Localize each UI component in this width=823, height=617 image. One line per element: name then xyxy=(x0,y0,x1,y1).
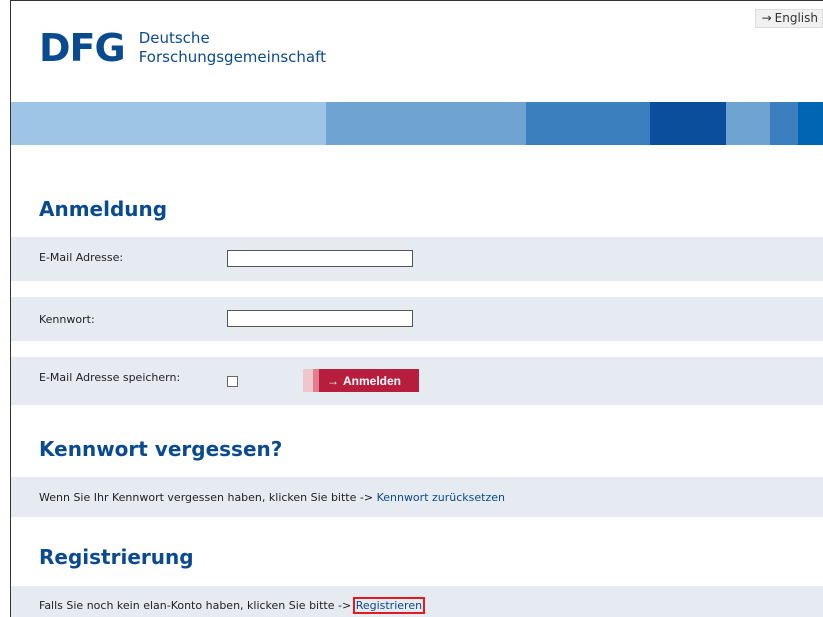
language-label: English xyxy=(774,11,818,25)
remember-label: E-Mail Adresse speichern: xyxy=(39,371,181,384)
register-text: Falls Sie noch kein elan-Konto haben, kl… xyxy=(39,597,426,614)
login-submit-label: Anmelden xyxy=(343,373,402,388)
email-input[interactable] xyxy=(227,250,413,267)
email-label: E-Mail Adresse: xyxy=(39,251,124,264)
stripe-segment xyxy=(11,102,326,145)
register-title: Registrierung xyxy=(39,545,194,569)
button-accent-light xyxy=(303,369,313,392)
remember-email-checkbox[interactable] xyxy=(227,376,238,387)
stripe-segment xyxy=(726,102,770,145)
password-label: Kennwort: xyxy=(39,313,95,326)
password-row: Kennwort: xyxy=(11,297,823,341)
logo-mark: DFG xyxy=(39,26,126,70)
login-submit-button[interactable]: → Anmelden xyxy=(319,369,419,392)
register-row: Falls Sie noch kein elan-Konto haben, kl… xyxy=(11,586,823,617)
page-frame: → English DFG Deutsche Forschungsgemeinsc… xyxy=(10,0,823,617)
login-title: Anmeldung xyxy=(39,197,168,221)
logo-text-line2: Forschungsgemeinschaft xyxy=(138,48,326,66)
stripe-segment xyxy=(526,102,650,145)
email-row: E-Mail Adresse: xyxy=(11,237,823,281)
logo-text: Deutsche Forschungsgemeinschaft xyxy=(139,29,326,67)
register-link[interactable]: Registrieren xyxy=(352,597,426,614)
register-hint: Falls Sie noch kein elan-Konto haben, kl… xyxy=(39,599,355,612)
forgot-password-title: Kennwort vergessen? xyxy=(39,437,283,461)
logo-text-line1: Deutsche xyxy=(138,29,210,47)
arrow-right-icon: → xyxy=(327,373,339,388)
header-color-stripe xyxy=(11,102,823,145)
password-input[interactable] xyxy=(227,310,413,327)
forgot-password-text: Wenn Sie Ihr Kennwort vergessen haben, k… xyxy=(39,491,505,504)
login-button-group: → Anmelden xyxy=(303,369,419,392)
stripe-segment xyxy=(326,102,526,145)
arrow-right-icon: → xyxy=(761,11,772,25)
forgot-password-row: Wenn Sie Ihr Kennwort vergessen haben, k… xyxy=(11,477,823,517)
language-switch-link[interactable]: → English xyxy=(754,9,823,28)
stripe-segment xyxy=(770,102,798,145)
stripe-segment xyxy=(650,102,726,145)
reset-password-link[interactable]: Kennwort zurücksetzen xyxy=(377,491,505,504)
forgot-password-hint: Wenn Sie Ihr Kennwort vergessen haben, k… xyxy=(39,491,377,504)
dfg-logo[interactable]: DFG Deutsche Forschungsgemeinschaft xyxy=(39,29,326,67)
stripe-segment xyxy=(798,102,823,145)
